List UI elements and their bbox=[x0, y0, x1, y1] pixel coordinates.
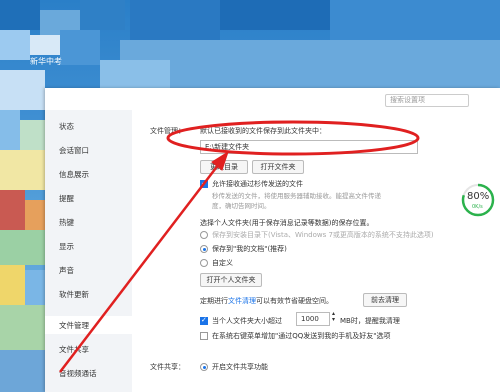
annotation-overlay bbox=[59, 120, 420, 373]
annotation-ellipse bbox=[166, 120, 420, 156]
annotation-arrow-head bbox=[211, 150, 229, 171]
annotation-arrow-line bbox=[59, 159, 223, 373]
